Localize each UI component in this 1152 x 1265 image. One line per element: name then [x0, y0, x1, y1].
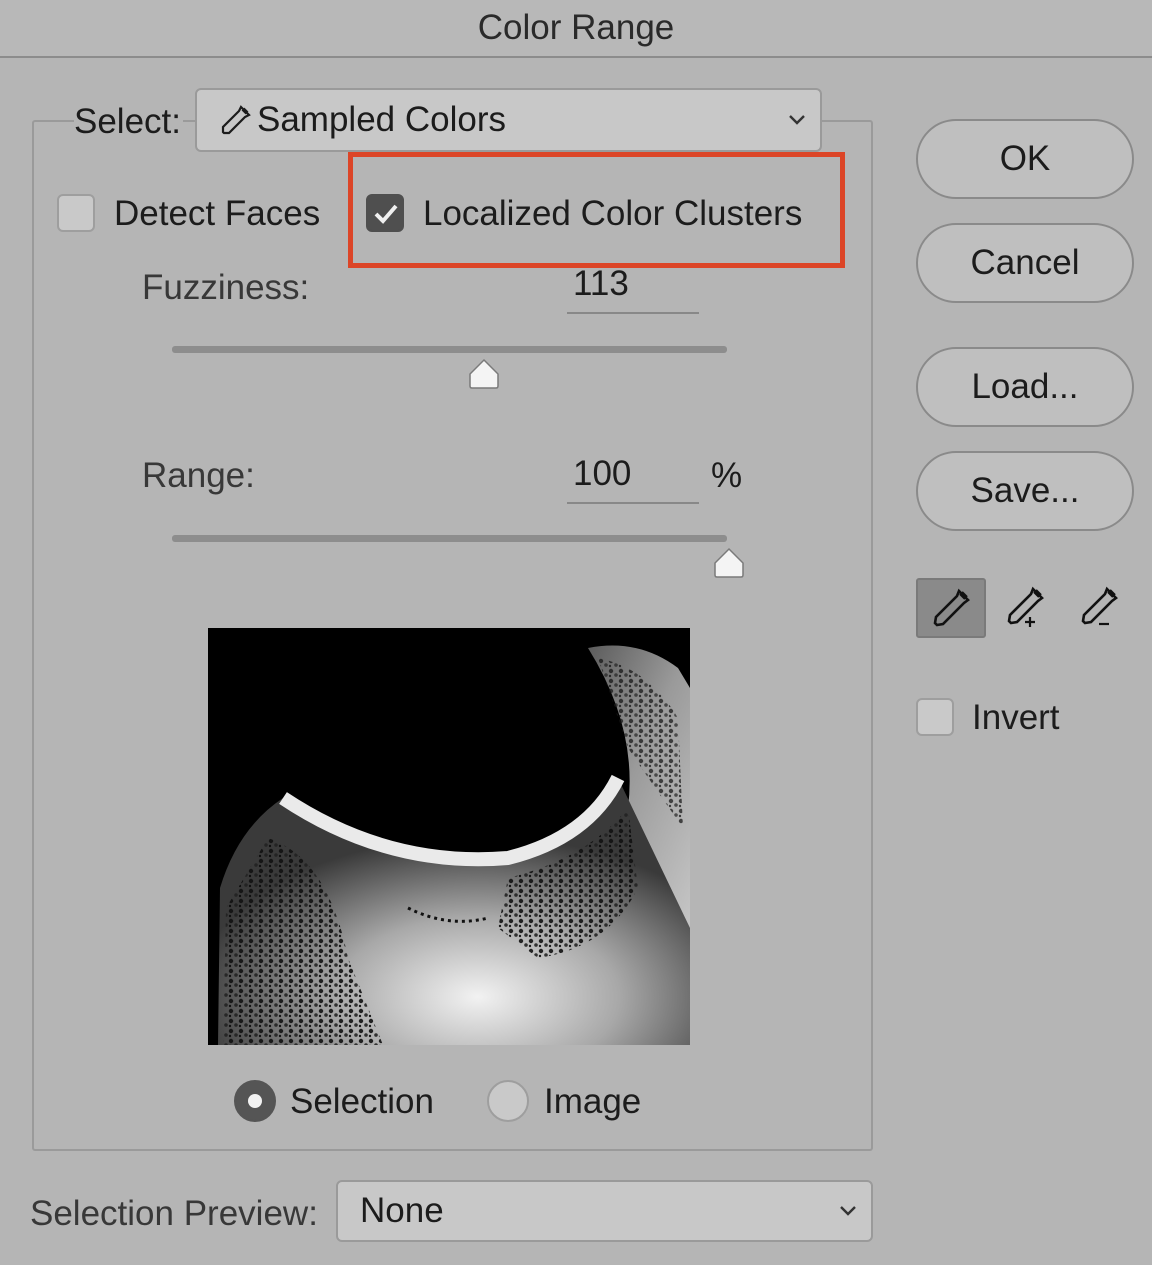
invert-checkbox[interactable]	[916, 698, 954, 736]
detect-faces-checkbox[interactable]	[57, 194, 95, 232]
window-titlebar[interactable]: Color Range	[0, 0, 1152, 58]
load-button[interactable]: Load...	[916, 347, 1134, 427]
selection-radio-label: Selection	[290, 1082, 434, 1121]
range-label: Range:	[142, 456, 255, 495]
eyedropper-icon	[221, 105, 251, 135]
range-slider-track[interactable]	[172, 535, 727, 542]
selection-preview-label: Selection Preview:	[30, 1194, 318, 1233]
window-title: Color Range	[477, 8, 675, 47]
eyedropper-minus-tool[interactable]	[1064, 578, 1134, 638]
chevron-down-icon	[840, 1206, 856, 1216]
range-unit: %	[711, 456, 743, 495]
fuzziness-slider-track[interactable]	[172, 346, 727, 353]
eyedropper-plus-icon	[1007, 586, 1044, 627]
selection-preview-dropdown[interactable]: None	[336, 1180, 873, 1242]
select-dropdown[interactable]: Sampled Colors	[195, 88, 822, 152]
save-button[interactable]: Save...	[916, 451, 1134, 531]
invert-label: Invert	[972, 698, 1060, 737]
image-radio[interactable]	[487, 1080, 529, 1122]
selection-preview-image	[208, 628, 690, 1045]
eyedropper-tool[interactable]	[916, 578, 986, 638]
select-label: Select:	[74, 102, 183, 142]
image-radio-label: Image	[544, 1082, 642, 1121]
ok-button[interactable]: OK	[916, 119, 1134, 199]
eyedropper-minus-icon	[1081, 586, 1118, 626]
fuzziness-label: Fuzziness:	[142, 268, 310, 307]
selection-preview-value: None	[360, 1191, 444, 1230]
chevron-down-icon	[789, 115, 805, 125]
detect-faces-label: Detect Faces	[114, 194, 321, 233]
selection-radio[interactable]	[234, 1080, 276, 1122]
range-slider-thumb[interactable]	[712, 547, 746, 579]
cancel-button[interactable]: Cancel	[916, 223, 1134, 303]
fuzziness-slider-thumb[interactable]	[467, 358, 501, 390]
select-value: Sampled Colors	[257, 100, 506, 139]
eyedropper-plus-tool[interactable]	[990, 578, 1060, 638]
range-field[interactable]: 100	[567, 454, 699, 504]
highlight-annotation	[348, 152, 845, 268]
fuzziness-field[interactable]: 113	[567, 264, 699, 314]
eyedropper-icon	[933, 588, 970, 627]
